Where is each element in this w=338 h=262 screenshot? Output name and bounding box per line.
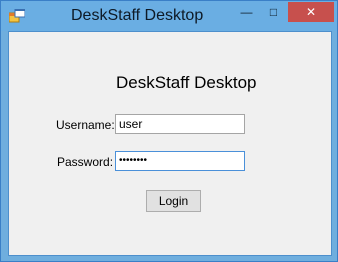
maximize-button[interactable]: □ bbox=[260, 2, 287, 22]
title-bar[interactable]: DeskStaff Desktop — □ ✕ bbox=[1, 1, 337, 31]
form-heading: DeskStaff Desktop bbox=[116, 73, 257, 92]
minimize-icon: — bbox=[240, 5, 253, 19]
username-input[interactable]: user bbox=[115, 114, 245, 134]
password-input[interactable]: •••••••• bbox=[115, 151, 245, 171]
window-title: DeskStaff Desktop bbox=[71, 7, 204, 24]
maximize-icon: □ bbox=[269, 5, 278, 19]
minimize-button[interactable]: — bbox=[233, 2, 260, 22]
close-icon: ✕ bbox=[305, 5, 317, 19]
app-window: DeskStaff Desktop — □ ✕ DeskStaff Deskto… bbox=[0, 0, 338, 262]
login-button[interactable]: Login bbox=[146, 190, 201, 212]
password-label: Password: bbox=[57, 155, 114, 169]
username-label: Username: bbox=[56, 118, 115, 132]
app-window-icon bbox=[8, 8, 26, 23]
close-button[interactable]: ✕ bbox=[288, 2, 334, 22]
login-form-panel: DeskStaff Desktop Username: user Passwor… bbox=[8, 31, 332, 256]
